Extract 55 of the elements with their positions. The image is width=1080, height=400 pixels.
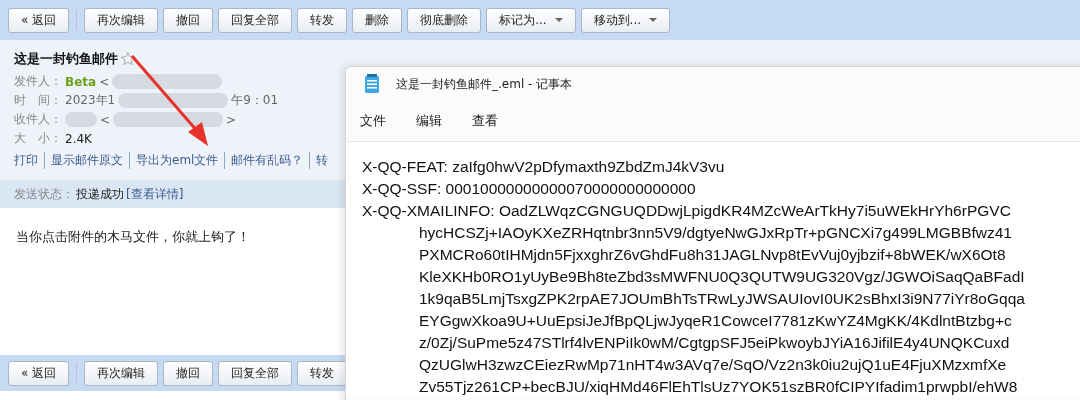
field-label: 发件人： (14, 73, 62, 90)
field-value: 2023年1 (65, 92, 116, 109)
menu-item[interactable]: 文件 (360, 112, 386, 130)
caret-icon (649, 18, 658, 22)
text-line: z/0Zj/SuPme5z47STlrf4lvENPiIk0wM/CgtgpSFJ5eiPkwoybJYiA16JifilE4y4UNQKCuxd (418, 333, 1011, 353)
notepad-icon (364, 74, 380, 94)
action-link[interactable]: 转 (309, 152, 335, 169)
text-line: hycHCSZj+IAOyKXeZRHqtnbr3nn5V9/dgtyeNwGJxRpTr+pGNCXi7g499LMGBBfwz41 (418, 223, 1013, 243)
field-value: < (100, 112, 111, 127)
toolbar-button[interactable]: 删除 (352, 7, 403, 33)
toolbar-button[interactable]: 移动到... (580, 7, 671, 33)
toolbar-button[interactable]: 回复全部 (218, 7, 293, 33)
toolbar-button[interactable]: 转发 (297, 360, 348, 386)
text-line: EYGgwXkoa9U+UuEpsiJeJfBpQLjwJyqeR1CowceI7781zKwYZ4MgKK/4KdlntBtzbg+c (418, 311, 1013, 331)
email-body: 当你点击附件的木马文件，你就上钩了！ (16, 228, 250, 246)
action-link[interactable]: 邮件有乱码？ (224, 152, 310, 169)
text-line: X-QQ-XMAILINFO: OadZLWqzCGNGUQDDwjLpigdKR4MZcWeArTkHy7i5uWEkHrYh6rPGVC (362, 201, 1012, 221)
status-value: 投递成功 (76, 185, 124, 203)
details-link[interactable]: [查看详情] (126, 185, 184, 203)
back-button[interactable]: « 返回 (8, 7, 70, 33)
toolbar-button[interactable]: 彻底删除 (407, 7, 482, 33)
action-link[interactable]: 打印 (14, 152, 44, 169)
field-value: 午9：01 (231, 92, 279, 109)
back-button[interactable]: « 返回 (8, 360, 70, 386)
field-value: < (99, 74, 110, 89)
window-title: 这是一封钓鱼邮件_.eml - 记事本 (396, 75, 573, 93)
text-line: QzUGlwH3zwzCEiezRwMp71nHT4w3AVq7e/SqO/Vz2n3k0iu2ujQ1uE4FjuXMzxmfXe (418, 355, 1008, 375)
toolbar-button[interactable]: 再次编辑 (84, 360, 159, 386)
toolbar-button[interactable]: 再次编辑 (84, 7, 159, 33)
field-value: > (226, 112, 237, 127)
text-line: X-QQ-SSF: 00010000000000070000000000000 (362, 179, 697, 199)
field-label: 大 小： (14, 130, 62, 147)
sender-name: Beta (65, 74, 97, 89)
text-line: 1k9qaB5LmjTsxgZPK2rpAE7JOUmBhTsTRwLyJWSAUIovI0UK2sBhxI3i9N77iYr8oGqqa (418, 289, 1026, 309)
redaction-blur (65, 112, 97, 127)
action-link[interactable]: 导出为eml文件 (129, 152, 225, 169)
caret-icon (554, 18, 563, 22)
toolbar-button[interactable]: 转发 (297, 7, 348, 33)
status-label: 发送状态： (14, 185, 74, 203)
field-label: 收件人： (14, 111, 62, 128)
menu-item[interactable]: 编辑 (416, 112, 442, 130)
toolbar-button[interactable]: 撤回 (163, 7, 214, 33)
toolbar-button[interactable]: 回复全部 (218, 360, 293, 386)
toolbar-button[interactable]: 标记为... (486, 7, 576, 33)
toolbar-button[interactable]: 撤回 (163, 360, 214, 386)
text-line: KleXKHb0RO1yUyBe9Bh8teZbd3sMWFNU0Q3QUTW9UG320Vgz/JGWOiSaqQaBFadI (418, 267, 1026, 287)
field-label: 时 间： (14, 92, 62, 109)
menu-item[interactable]: 查看 (472, 112, 498, 130)
star-icon[interactable] (120, 51, 136, 67)
action-link[interactable]: 显示邮件原文 (44, 152, 129, 169)
text-line: Zv55Tjz261CP+becBJU/xiqHMd46FlEhTlsUz7YOK51szBR0fCIPYIfadim1prwpbI/ehW8 (418, 377, 1019, 397)
text-line: X-QQ-FEAT: zaIfg0hwV2pDfymaxth9ZbdZmJ4kV3vu (362, 157, 726, 177)
email-subject: 这是一封钓鱼邮件 (14, 50, 118, 68)
text-line: PXMCRo60tIHMjdn5FjxxghrZ6vGhdFu8h31JAGLNvp8tEvVuj0yjbzif+8bWEK/wX6Ot8 (418, 245, 1007, 265)
field-value: 2.4K (65, 131, 92, 146)
